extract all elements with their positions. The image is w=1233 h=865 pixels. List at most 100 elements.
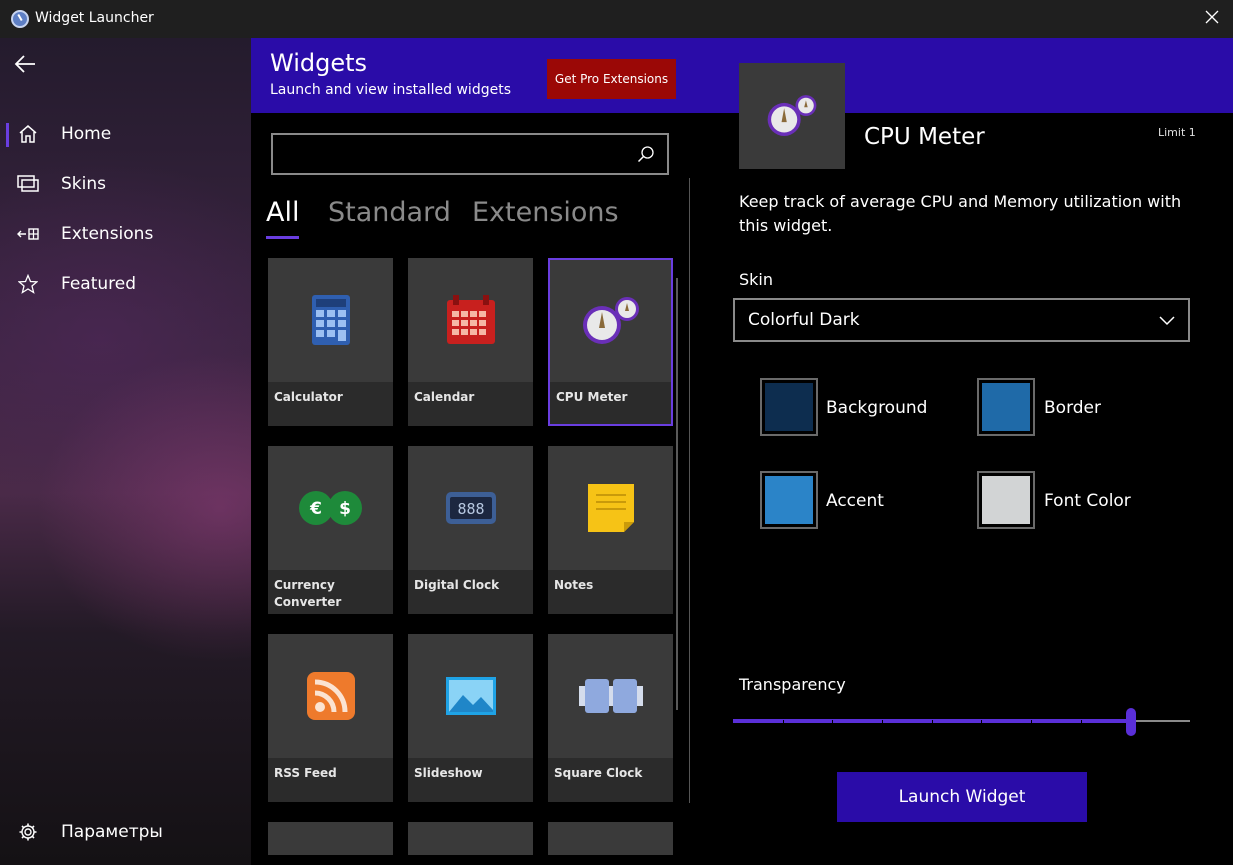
page-title: Widgets [270, 49, 368, 77]
background-color-swatch[interactable] [760, 378, 818, 436]
close-button[interactable] [1203, 9, 1221, 29]
border-color-label: Border [1044, 398, 1101, 418]
slideshow-icon [445, 677, 496, 715]
slider-tick [981, 720, 982, 723]
sidebar-item-label: Параметры [61, 822, 163, 842]
transparency-slider[interactable] [733, 707, 1190, 737]
svg-text:€: € [309, 499, 322, 519]
slider-tick [783, 720, 784, 723]
background-color-fill [765, 383, 813, 431]
tab-all[interactable]: All [266, 197, 299, 228]
get-pro-extensions-button[interactable]: Get Pro Extensions [547, 59, 676, 99]
search-icon[interactable] [637, 145, 655, 163]
search-box [271, 133, 669, 175]
sidebar-item-settings[interactable]: Параметры [0, 810, 251, 854]
accent-color-swatch[interactable] [760, 471, 818, 529]
chevron-down-icon [1159, 316, 1175, 326]
accent-color-label: Accent [826, 491, 884, 511]
sidebar-item-label: Extensions [61, 224, 154, 244]
widget-tile-currency-converter[interactable]: € $ Currency Converter [268, 446, 393, 614]
page-subtitle: Launch and view installed widgets [270, 82, 511, 98]
launch-widget-button[interactable]: Launch Widget [837, 772, 1087, 822]
widget-tile-label: Notes [548, 570, 673, 614]
skin-label: Skin [739, 270, 774, 289]
widget-name: CPU Meter [864, 124, 985, 150]
widget-tile-square-clock[interactable]: Square Clock [548, 634, 673, 802]
tab-standard[interactable]: Standard [328, 197, 451, 228]
widget-tile-label: Calendar [408, 382, 533, 426]
skin-dropdown[interactable]: Colorful Dark [733, 298, 1190, 342]
svg-text:$: $ [339, 499, 351, 519]
widget-tile-partial[interactable] [548, 822, 673, 855]
sidebar-item-home[interactable]: Home [0, 112, 251, 156]
skin-dropdown-value: Colorful Dark [748, 310, 860, 330]
slider-tick [932, 720, 933, 723]
widget-tile-label: Slideshow [408, 758, 533, 802]
digital-clock-icon: 888 [445, 492, 496, 524]
sidebar-item-label: Home [61, 124, 112, 144]
widget-preview [739, 63, 845, 169]
widget-tile-rss-feed[interactable]: RSS Feed [268, 634, 393, 802]
rss-icon [306, 672, 355, 720]
home-icon [17, 123, 39, 145]
slider-tick [1031, 720, 1032, 723]
widget-limit: Limit 1 [1158, 126, 1196, 139]
window-title: Widget Launcher [35, 10, 154, 26]
cpu-meter-icon [582, 297, 639, 344]
widget-tile-label: CPU Meter [550, 382, 671, 424]
cpu-meter-icon [767, 95, 817, 137]
sidebar-item-label: Skins [61, 174, 106, 194]
calculator-icon [311, 295, 350, 345]
widget-tile-partial[interactable] [408, 822, 533, 855]
slider-tick [832, 720, 833, 723]
search-input[interactable] [281, 141, 631, 167]
widget-description: Keep track of average CPU and Memory uti… [739, 192, 1182, 235]
star-icon [17, 273, 39, 295]
widget-tile-label: Calculator [268, 382, 393, 426]
tab-extensions[interactable]: Extensions [472, 197, 619, 228]
svg-text:888: 888 [457, 500, 484, 518]
widget-tile-calculator[interactable]: Calculator [268, 258, 393, 426]
sidebar-item-extensions[interactable]: Extensions [0, 212, 251, 256]
extensions-icon [17, 223, 39, 245]
sidebar-item-skins[interactable]: Skins [0, 162, 251, 206]
skins-icon [17, 173, 39, 195]
font-color-fill [982, 476, 1030, 524]
gear-icon [17, 821, 39, 843]
font-color-label: Font Color [1044, 491, 1131, 511]
widget-tile-label: Digital Clock [408, 570, 533, 614]
sidebar-item-featured[interactable]: Featured [0, 262, 251, 306]
panel-divider [689, 178, 690, 803]
transparency-label: Transparency [739, 675, 846, 694]
widget-tile-label: RSS Feed [268, 758, 393, 802]
back-button[interactable] [13, 53, 39, 75]
border-color-fill [982, 383, 1030, 431]
grid-scrollbar[interactable] [676, 278, 678, 710]
widget-tile-slideshow[interactable]: Slideshow [408, 634, 533, 802]
widget-tile-cpu-meter[interactable]: CPU Meter [548, 258, 673, 426]
widget-tile-calendar[interactable]: Calendar [408, 258, 533, 426]
widget-tile-partial[interactable] [268, 822, 393, 855]
close-icon [1205, 10, 1219, 24]
widget-tile-label: Currency Converter [268, 570, 393, 614]
slider-fill [733, 719, 1126, 723]
widget-tile-label: Square Clock [548, 758, 673, 802]
slider-thumb[interactable] [1126, 708, 1136, 736]
currency-icon: € $ [298, 491, 362, 525]
tab-indicator [266, 236, 299, 239]
square-clock-icon [578, 679, 643, 713]
calendar-icon [446, 295, 495, 344]
clock-icon [11, 10, 29, 28]
slider-tick [1081, 720, 1082, 723]
background-color-label: Background [826, 398, 928, 418]
sidebar: Home Skins Extensions Featured Параметры [0, 38, 251, 865]
accent-color-fill [765, 476, 813, 524]
border-color-swatch[interactable] [977, 378, 1035, 436]
sidebar-item-label: Featured [61, 274, 137, 294]
slider-tick [882, 720, 883, 723]
title-bar: Widget Launcher [0, 0, 1233, 38]
widget-tile-notes[interactable]: Notes [548, 446, 673, 614]
widget-tile-digital-clock[interactable]: 888 Digital Clock [408, 446, 533, 614]
notes-icon [587, 484, 634, 532]
font-color-swatch[interactable] [977, 471, 1035, 529]
